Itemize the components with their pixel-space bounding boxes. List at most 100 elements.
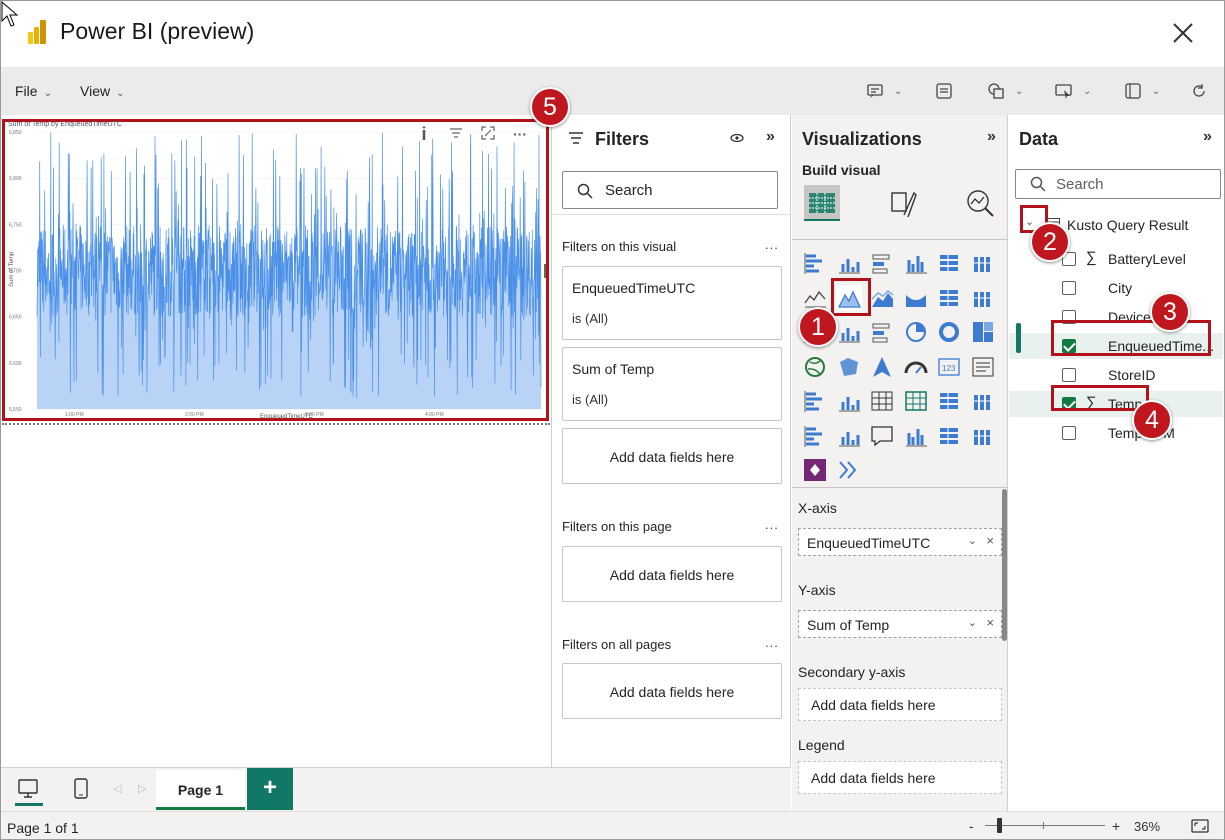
layout-button[interactable]: ⌄ [1124,79,1160,103]
desktop-layout-icon[interactable] [18,779,40,799]
info-icon[interactable]: i [415,125,433,143]
field-checkbox[interactable] [1062,368,1076,382]
y-tick-label: 6,800 [9,176,22,182]
viz-type-donut[interactable] [936,319,962,345]
page-tab-page-1[interactable]: Page 1 [156,770,245,810]
filters-search-input[interactable]: Search [562,171,778,209]
viz-type-funnel[interactable] [836,319,862,345]
viz-type-kpi[interactable] [802,388,828,414]
visualizations-scrollbar[interactable] [1002,489,1007,641]
viz-type-matrix[interactable] [903,388,929,414]
zoom-plus-button[interactable]: + [1112,818,1120,834]
viz-type-scatter[interactable] [869,319,895,345]
format-visual-icon[interactable] [888,187,918,219]
zoom-slider-thumb[interactable] [997,818,1002,833]
remove-field-icon[interactable]: × [986,533,994,548]
viz-type-line-stacked-column[interactable] [970,285,996,311]
viz-type-treemap[interactable] [970,319,996,345]
add-page-filter-drop[interactable]: Add data fields here [562,546,782,602]
more-options-icon[interactable]: ... [765,635,779,650]
viz-type-filled-map[interactable] [836,354,862,380]
remove-field-icon[interactable]: × [986,615,994,630]
viz-type-decomposition-tree[interactable] [836,423,862,449]
legend-drop[interactable]: Add data fields here [798,761,1002,794]
more-options-icon[interactable]: ... [765,237,779,252]
viz-type-pie[interactable] [903,319,929,345]
chevron-down-icon: ⌄ [116,88,125,99]
buttons-button[interactable]: ⌄ [1055,79,1091,103]
collapse-visualizations-icon[interactable]: » [987,128,996,146]
fit-to-page-icon[interactable] [1191,819,1209,833]
file-menu[interactable]: File ⌄ [15,83,52,99]
chevron-down-icon: ⌄ [894,85,903,97]
focus-mode-icon[interactable] [479,126,497,142]
field-checkbox[interactable] [1062,426,1076,440]
viz-type-100pct-bar[interactable] [936,250,962,276]
chevron-down-icon[interactable]: ⌄ [968,616,977,629]
secondary-y-axis-drop[interactable]: Add data fields here [798,688,1002,721]
add-all-pages-filter-drop[interactable]: Add data fields here [562,663,782,719]
viz-type-python-visual[interactable] [970,388,996,414]
viz-type-more-visuals[interactable] [836,457,862,483]
table-name-kusto-query-result[interactable]: Kusto Query Result [1067,217,1188,233]
viz-type-azure-map[interactable] [869,354,895,380]
viz-type-100pct-column[interactable] [970,250,996,276]
viz-type-smart-narrative[interactable] [903,423,929,449]
viz-type-paginated-report[interactable] [936,423,962,449]
chevron-down-icon[interactable]: ⌄ [968,534,977,547]
y-axis-field-pill[interactable]: Sum of Temp ⌄ × [798,610,1002,638]
viz-type-clustered-column[interactable] [903,250,929,276]
add-page-button[interactable]: + [247,768,293,810]
viz-type-card[interactable]: 123 [936,354,962,380]
viz-type-power-apps[interactable] [970,423,996,449]
more-options-icon[interactable]: ··· [511,126,529,142]
view-menu[interactable]: View ⌄ [80,83,124,99]
viz-type-table[interactable] [869,388,895,414]
data-search-input[interactable]: Search [1015,169,1221,199]
zoom-minus-button[interactable]: - [969,818,974,834]
field-row[interactable]: City [1009,275,1223,301]
viz-type-gauge[interactable] [903,354,929,380]
viz-type-clustered-bar[interactable] [869,250,895,276]
zoom-slider-track[interactable] [985,825,1105,826]
mobile-layout-icon[interactable] [74,778,88,800]
power-automate-icon [804,459,826,481]
smart-narrative-button[interactable]: ⌄ [866,79,902,103]
previous-page-icon[interactable]: ◁ [113,782,121,795]
collapse-filters-icon[interactable]: » [766,128,775,146]
filter-icon[interactable] [447,126,465,142]
filter-card-sum-of-temp[interactable]: Sum of Temp is (All) [562,347,782,421]
viz-type-key-influencers[interactable] [802,423,828,449]
viz-type-stacked-column[interactable] [836,250,862,276]
collapse-data-icon[interactable]: » [1203,128,1212,146]
field-row[interactable]: TempUOM [1009,420,1223,446]
zoom-level: 36% [1134,819,1161,834]
viz-type-ribbon[interactable] [903,285,929,311]
eye-icon[interactable] [730,133,744,143]
x-axis-field-pill[interactable]: EnqueuedTimeUTC ⌄ × [798,528,1002,556]
field-checkbox[interactable] [1062,281,1076,295]
next-page-icon[interactable]: ▷ [138,782,146,795]
build-visual-tab[interactable] [804,185,840,221]
shapes-button[interactable]: ⌄ [987,79,1023,103]
analytics-icon[interactable] [964,187,996,219]
close-icon[interactable] [1169,19,1197,47]
viz-type-line-clustered-column[interactable] [936,285,962,311]
text-box-button[interactable] [935,79,953,103]
refresh-button[interactable] [1190,79,1208,103]
viz-type-stacked-bar[interactable] [802,250,828,276]
viz-type-map[interactable] [802,354,828,380]
chevron-down-icon: ⌄ [1152,85,1161,97]
more-options-icon[interactable]: ... [765,517,779,532]
add-visual-filter-drop[interactable]: Add data fields here [562,428,782,484]
donut-icon [939,322,959,342]
viz-type-qa[interactable] [869,423,895,449]
viz-type-multi-row-card[interactable] [970,354,996,380]
key-influencers-icon [804,425,822,447]
area-chart-visual[interactable]: 6,550 6,600 6,650 6,700 6,750 6,800 6,850 1:00 … [2,119,549,421]
filter-card-enqueuedtime[interactable]: EnqueuedTimeUTC is (All) [562,266,782,340]
viz-type-r-visual[interactable] [936,388,962,414]
viz-type-power-automate[interactable] [802,457,828,483]
viz-type-slicer[interactable] [836,388,862,414]
viz-type-stacked-area[interactable] [869,285,895,311]
